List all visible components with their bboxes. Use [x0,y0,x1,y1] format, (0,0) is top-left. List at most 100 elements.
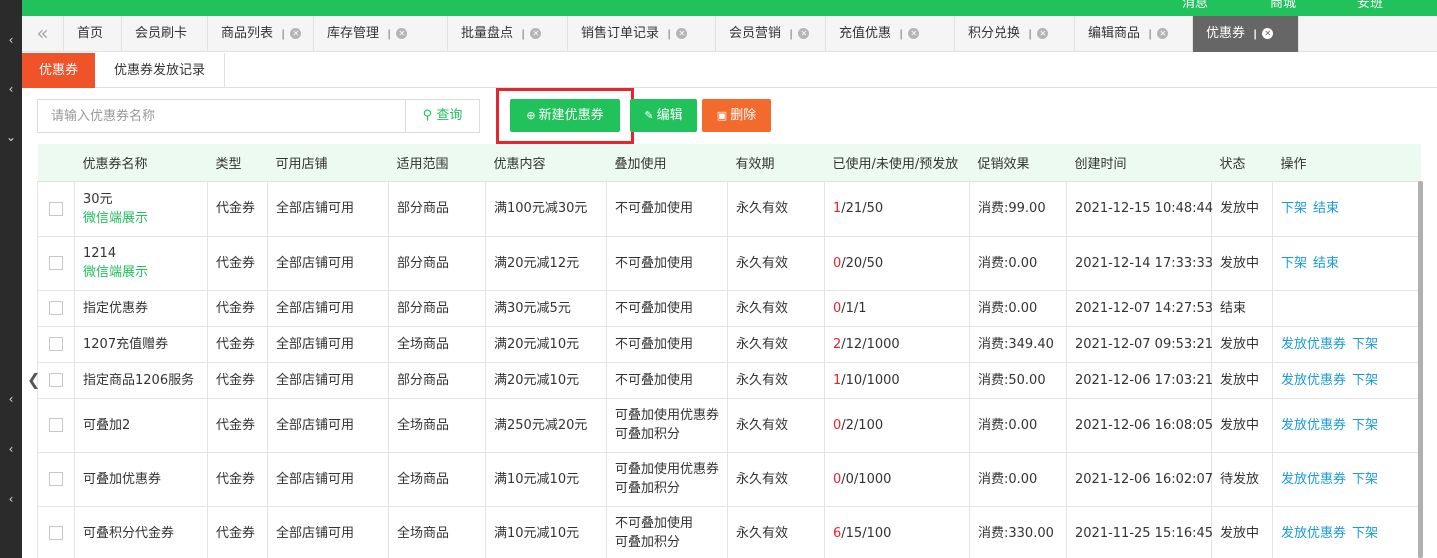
row-action-link[interactable]: 发放优惠券 [1281,526,1346,541]
cell-usage: 0/20/50 [824,235,970,291]
search-button[interactable]: ⚲ 查询 [405,100,479,132]
close-icon[interactable]: ✕ [290,28,302,39]
row-action-link[interactable]: 发放优惠券 [1281,418,1346,433]
cell-scope: 全场商品 [388,451,486,507]
coupon-name: 30元 [83,191,113,207]
tab-label: 优惠券 [1206,26,1246,41]
tab-3[interactable]: 库存管理 ❙ ✕ [314,16,448,52]
tab-8[interactable]: 积分兑换 ❙ ✕ [955,16,1075,52]
pin-icon[interactable]: ❙ [665,29,673,40]
pin-icon[interactable]: ❙ [787,29,795,40]
row-checkbox[interactable] [49,472,63,486]
cell-validity: 永久有效 [727,361,825,399]
row-action-link[interactable]: 下架 [1281,201,1307,216]
row-checkbox[interactable] [49,201,63,216]
row-action-link[interactable]: 下架 [1352,373,1378,388]
coupon-content: 满30元减5元 [494,300,571,316]
close-icon[interactable]: ✕ [1262,28,1274,39]
coupon-name: 1207充值赠券 [83,336,169,352]
tab-7[interactable]: 充值优惠 ❙ ✕ [826,16,955,52]
pin-icon[interactable]: ❙ [519,29,527,40]
close-icon[interactable]: ✕ [1157,28,1169,39]
row-action-link[interactable]: 下架 [1352,472,1378,487]
tab-0[interactable]: 首页 [64,16,122,52]
pin-icon[interactable]: ❙ [1026,29,1034,40]
chevron-down-icon[interactable]: ⌄ [4,130,18,144]
pin-icon[interactable]: ❙ [1251,29,1259,40]
cell-type: 代金券 [207,181,268,237]
tab-4[interactable]: 批量盘点 ❙ ✕ [448,16,568,52]
row-checkbox[interactable] [49,301,63,315]
tab-1[interactable]: 会员刷卡 [122,16,208,52]
row-action-link[interactable]: 结束 [1313,256,1339,271]
cell-status: 发放中 [1211,235,1273,291]
pin-icon[interactable]: ❙ [897,29,905,40]
chevron-left-icon[interactable]: ‹ [4,442,18,456]
delete-button[interactable]: ▣ 删除 [702,99,771,132]
cell-usage: 0/0/1000 [824,451,970,507]
tabs-scroll-left-icon[interactable]: « [22,16,64,52]
row-checkbox[interactable] [49,418,63,432]
coupon-type: 代金券 [216,255,256,271]
edit-button[interactable]: ✎ 编辑 [630,99,697,132]
tab-2[interactable]: 商品列表 ❙ ✕ [208,16,314,52]
pin-icon[interactable]: ❙ [1146,29,1154,40]
tab-9[interactable]: 编辑商品 ❙ ✕ [1075,16,1193,52]
close-icon[interactable]: ✕ [676,28,688,39]
created-time: 2021-12-06 17:03:21 [1075,372,1214,388]
subtab-coupon-issue-records[interactable]: 优惠券发放记录 [95,53,225,88]
subtab-coupons[interactable]: 优惠券 [22,53,95,88]
table-row[interactable]: 可叠加优惠券 代金券 全部店铺可用 全场商品 满10元减10元 可叠加使用优惠券 可叠加积分… [37,451,1421,507]
row-action-link[interactable]: 下架 [1281,256,1307,271]
row-action-link[interactable]: 下架 [1352,418,1378,433]
row-action-link[interactable]: 发放优惠券 [1281,373,1346,388]
table-row[interactable]: 30元 微信端展示 代金券 全部店铺可用 部分商品 满100元减30元 不可叠加使用 永久有效… [37,181,1421,237]
chevron-left-icon[interactable]: ‹ [4,392,18,406]
pin-icon[interactable]: ❙ [385,29,393,40]
cell-stack: 可叠加使用优惠券 可叠加积分 [606,397,728,453]
row-action-link[interactable]: 下架 [1352,526,1378,541]
close-icon[interactable]: ✕ [908,28,920,39]
close-icon[interactable]: ✕ [798,28,810,39]
coupon-search-input[interactable] [38,100,406,132]
row-action-link[interactable]: 结束 [1313,201,1339,216]
close-icon[interactable]: ✕ [530,28,542,39]
coupon-scope: 全场商品 [397,336,450,352]
pin-icon[interactable]: ❙ [279,29,287,40]
close-icon[interactable]: ✕ [1037,28,1049,39]
tab-5[interactable]: 销售订单记录 ❙ ✕ [568,16,716,52]
close-icon[interactable]: ✕ [396,28,408,39]
tab-10[interactable]: 优惠券 ❙ ✕ [1193,16,1299,52]
row-checkbox[interactable] [49,373,63,387]
status-badge: 发放中 [1220,372,1260,388]
row-action-link[interactable]: 发放优惠券 [1281,472,1346,487]
row-action-link[interactable]: 下架 [1352,337,1378,352]
table-row[interactable]: 1214 微信端展示 代金券 全部店铺可用 部分商品 满20元减12元 不可叠加使用 永久有效… [37,235,1421,291]
table-row[interactable]: 指定优惠券 代金券 全部店铺可用 部分商品 满30元减5元 不可叠加使用 永久有效 0/1/1… [37,289,1421,327]
chevron-left-icon[interactable]: ‹ [4,82,18,96]
header-content: 优惠内容 [485,144,607,182]
chevron-left-icon[interactable]: ‹ [4,33,18,47]
table-scrollbar[interactable] [1418,181,1423,558]
topbar-item-mall[interactable]: 商城 [1270,0,1296,11]
coupon-name: 1214 [83,246,117,261]
edit-label: 编辑 [656,108,683,123]
row-checkbox[interactable] [49,526,63,540]
cell-status: 发放中 [1211,397,1273,453]
new-coupon-button[interactable]: ⊕ 新建优惠券 [510,99,620,132]
collapse-sidebar-icon[interactable]: ❮ [27,370,40,389]
topbar-item-third[interactable]: 安班 [1357,0,1383,11]
table-header-row: 优惠券名称 类型 可用店铺 适用范围 优惠内容 叠加使用 有效期 已使用/未使用… [37,144,1421,182]
table-row[interactable]: 可叠积分代金券 代金券 全部店铺可用 全场商品 满10元减10元 不可叠加使用 可叠加积分永… [37,505,1421,558]
table-row[interactable]: 1207充值赠券 代金券 全部店铺可用 全场商品 满20元减10元 不可叠加使用 永久有效 2… [37,325,1421,363]
topbar-item-messages[interactable]: 消息 [1182,0,1208,11]
tab-6[interactable]: 会员营销 ❙ ✕ [716,16,826,52]
cell-scope: 部分商品 [388,181,486,237]
cell-type: 代金券 [207,451,268,507]
row-checkbox[interactable] [49,337,63,351]
row-action-link[interactable]: 发放优惠券 [1281,337,1346,352]
row-checkbox[interactable] [49,256,63,270]
chevron-left-icon[interactable]: ‹ [4,492,18,506]
table-row[interactable]: 可叠加2 代金券 全部店铺可用 全场商品 满250元减20元 可叠加使用优惠券 可叠加积分永… [37,397,1421,453]
table-row[interactable]: 指定商品1206服务 代金券 全部店铺可用 部分商品 满20元减10元 不可叠加使用 永久有… [37,361,1421,399]
